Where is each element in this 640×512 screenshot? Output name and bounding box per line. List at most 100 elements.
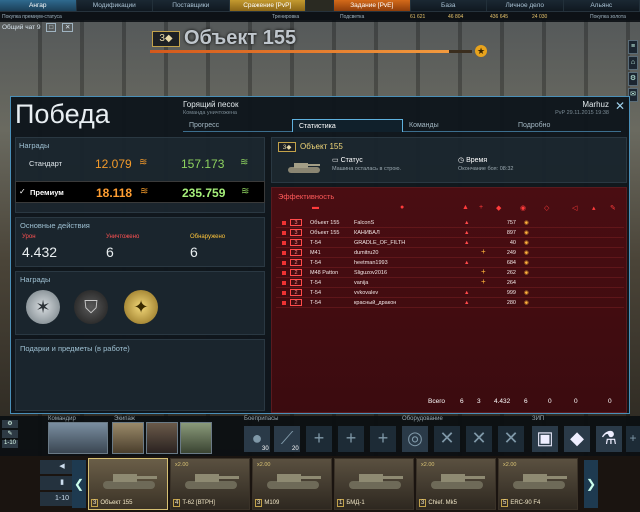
spotted-value: 6 [190,244,198,260]
check-icon: ✓ [19,187,26,196]
vehicle-card[interactable]: 1 БМД-1 [334,458,414,510]
chat-close-icon[interactable]: ✕ [62,23,74,32]
vehicle-card-name: 5 ERC-90 F4 [501,499,540,507]
tank-icon [185,474,239,489]
efficiency-row[interactable]: 2 T-54 heetman1993 ▲ 684 ◉ [276,258,624,268]
empty-slot-icon[interactable]: ✕ [434,426,460,452]
tank-icon[interactable] [306,0,334,11]
vehicle-card[interactable]: 3 Объект 155 [88,458,168,510]
efficiency-row[interactable]: 2 M41 dumitru20 +249 ◉ [276,247,624,258]
credits-icon: ≋ [241,186,250,197]
crew-portrait[interactable] [180,422,212,454]
row-player: heetman1993 [354,260,388,266]
vehicle-summary: 3◆ Объект 155 ▭ Статус Машина осталась в… [271,137,627,183]
vehicle-card-label: Chief. Mk5 [428,500,458,506]
row-player: Sliguzov2016 [354,270,388,276]
resource-bar: Покупка премиум-статуса Тренировка Подсв… [0,12,640,22]
spot-icon: ◉ [524,260,529,266]
efficiency-row[interactable]: 2 M48 Patton Sliguzov2016 +262 ◉ [276,267,624,278]
training-link[interactable]: Тренировка [272,14,299,20]
medal-icon[interactable]: ✦ [124,290,158,324]
chat-header[interactable]: Общий чат 9 □ ✕ [2,23,74,32]
equipment-slot[interactable]: ◎ [402,426,428,452]
add-slot-icon[interactable]: + [626,426,640,452]
tank-icon [267,474,321,489]
awards-box: Награды ✶ ⛉ ✦ [15,271,265,335]
tab-suppliers[interactable]: Поставщики [153,0,230,11]
tier-badge: 3 [290,239,302,246]
carousel-prev-icon[interactable]: ❮ [72,460,86,508]
tab-base[interactable]: База [410,0,487,11]
menu-icon[interactable]: ≡ [628,40,638,54]
gear-icon[interactable]: ⚙ [628,72,638,86]
medal-icon[interactable]: ⛉ [74,290,108,324]
map-name: Горящий песок [183,100,239,109]
efficiency-row[interactable]: 3 Объект 155 FalconS ▲ 757 ◉ [276,218,624,228]
capture-icon: ◇ [544,205,550,212]
tab-alliance[interactable]: Альянс [563,0,640,11]
medal-icon[interactable]: ✶ [26,290,60,324]
loadout-bar: ⚙ ✎ 1-10 Командир Экипаж Боеприпасы Обор… [0,416,640,456]
add-slot-icon[interactable]: + [370,426,396,452]
crit-icon: ▴ [592,205,596,212]
tab-battle-pvp[interactable]: Сражение [PvP] [229,0,306,11]
tab-teams[interactable]: Команды [403,119,512,132]
settings-icon[interactable]: ⚙ [2,420,18,428]
extinguisher-icon[interactable]: ⚗ [596,426,622,452]
medkit-icon[interactable]: ◆ [564,426,590,452]
player-marker-icon [282,281,286,285]
efficiency-row[interactable]: 3 T-54 GRADLE_OF_FILTH ▲ 40 ◉ [276,238,624,248]
row-player: vanija [354,280,369,286]
crew-portrait[interactable] [146,422,178,454]
home-icon[interactable]: ⌂ [628,56,638,70]
efficiency-row[interactable]: 2 T-54 vanija +264 [276,277,624,288]
vehicle-card[interactable]: x2.00 3 M109 [252,458,332,510]
close-icon[interactable]: ✕ [615,99,625,113]
vehicle-card[interactable]: x2.00 3 Chief. Mk5 [416,458,496,510]
summary-vehicle-name: Объект 155 [300,142,343,151]
tools-icon[interactable]: ✎ [2,430,18,438]
row-player: GRADLE_OF_FILTH [354,240,406,246]
row-vehicle: Объект 155 [310,230,340,236]
efficiency-row[interactable]: 2 T-54 vvkovalev ▲ 999 ◉ [276,288,624,298]
totals-kills: 6 [460,398,464,405]
chat-expand-icon[interactable]: □ [46,23,57,32]
tab-details[interactable]: Подробно [512,119,621,132]
assist-icon: + [479,204,484,211]
tab-hangar[interactable]: Ангар [0,0,77,11]
empty-slot-icon[interactable]: ✕ [466,426,492,452]
buy-premium-link[interactable]: Покупка премиум-статуса [2,14,62,20]
tier-badge: 2 [290,279,302,286]
vehicle-card[interactable]: x2.00 5 ERC-90 F4 [498,458,578,510]
gifts-box: Подарки и предметы (в работе) [15,339,265,411]
tab-mission-pve[interactable]: Задание [PvE] [334,0,411,11]
commander-portrait[interactable] [48,422,108,454]
vehicle-card-label: M109 [264,500,280,506]
add-slot-icon[interactable]: + [306,426,332,452]
crew-portrait[interactable] [112,422,144,454]
totals-assists: 3 [477,398,481,405]
spotted-stat: Обнаружено 6 [186,232,268,264]
tab-modifications[interactable]: Модификации [76,0,153,11]
tab-statistics[interactable]: Статистика [292,119,403,132]
kill-icon: ▲ [464,290,470,296]
efficiency-totals: Всего 6 3 4.432 6 0 0 0 [428,398,624,408]
tab-progress[interactable]: Прогресс [183,119,292,132]
ammo-count: 20 [292,446,299,452]
row-vehicle: T-54 [310,260,322,266]
efficiency-row[interactable]: 2 T-54 красный_дракон ▲ 280 ◉ [276,298,624,308]
time-heading: ◷ Время [458,157,488,164]
buy-gold-link[interactable]: Покупка золота [590,14,626,20]
highlight-link[interactable]: Подсветка [340,14,364,20]
standard-reward-row: Стандарт 12.079 ≋ 157.173 ≋ [15,153,265,175]
repair-kit-icon[interactable]: ▣ [532,426,558,452]
tab-profile[interactable]: Личное дело [487,0,564,11]
row-damage: 684 [506,260,516,266]
vehicle-card[interactable]: x2.00 4 T-62 [ВТРН] [170,458,250,510]
empty-slot-icon[interactable]: ✕ [498,426,524,452]
add-slot-icon[interactable]: + [338,426,364,452]
carousel-next-icon[interactable]: ❯ [584,460,598,508]
efficiency-row[interactable]: 3 Объект 155 КАНИБАЛ ▲ 897 ◉ [276,228,624,238]
actions-box: Основные действия Урон 4.432 Уничтожено … [15,217,265,267]
vehicle-card-name: 1 БМД-1 [337,499,365,507]
